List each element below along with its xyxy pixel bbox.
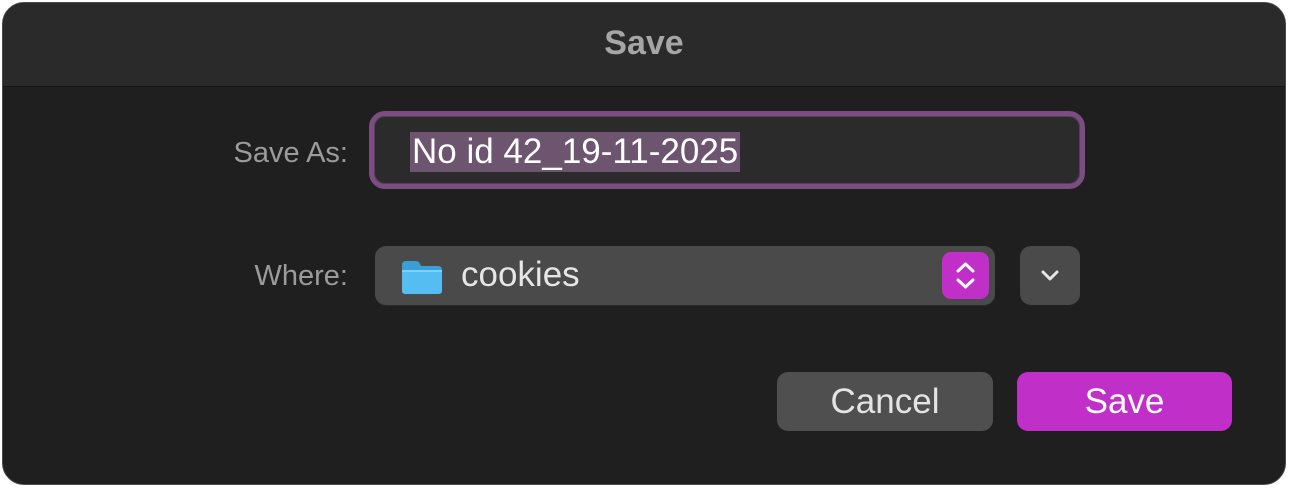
chevron-down-icon bbox=[1041, 270, 1059, 281]
location-stepper-button[interactable] bbox=[942, 252, 989, 299]
folder-icon bbox=[402, 261, 442, 294]
where-selected-folder: cookies bbox=[461, 255, 580, 294]
up-down-chevron-icon bbox=[956, 262, 975, 289]
save-as-field[interactable]: No id 42_19-11-2025 bbox=[369, 111, 1085, 189]
save-dialog: Save Save As: No id 42_19-11-2025 Where:… bbox=[2, 2, 1286, 485]
where-label: Where: bbox=[254, 260, 348, 292]
dialog-title: Save bbox=[604, 24, 684, 62]
where-location-popup[interactable]: cookies bbox=[375, 246, 995, 305]
save-as-label: Save As: bbox=[233, 137, 348, 169]
cancel-button[interactable]: Cancel bbox=[777, 372, 993, 431]
title-bar[interactable]: Save bbox=[3, 3, 1285, 87]
expand-dialog-button[interactable] bbox=[1020, 246, 1080, 305]
save-as-value[interactable]: No id 42_19-11-2025 bbox=[410, 132, 741, 172]
save-button[interactable]: Save bbox=[1017, 372, 1232, 431]
